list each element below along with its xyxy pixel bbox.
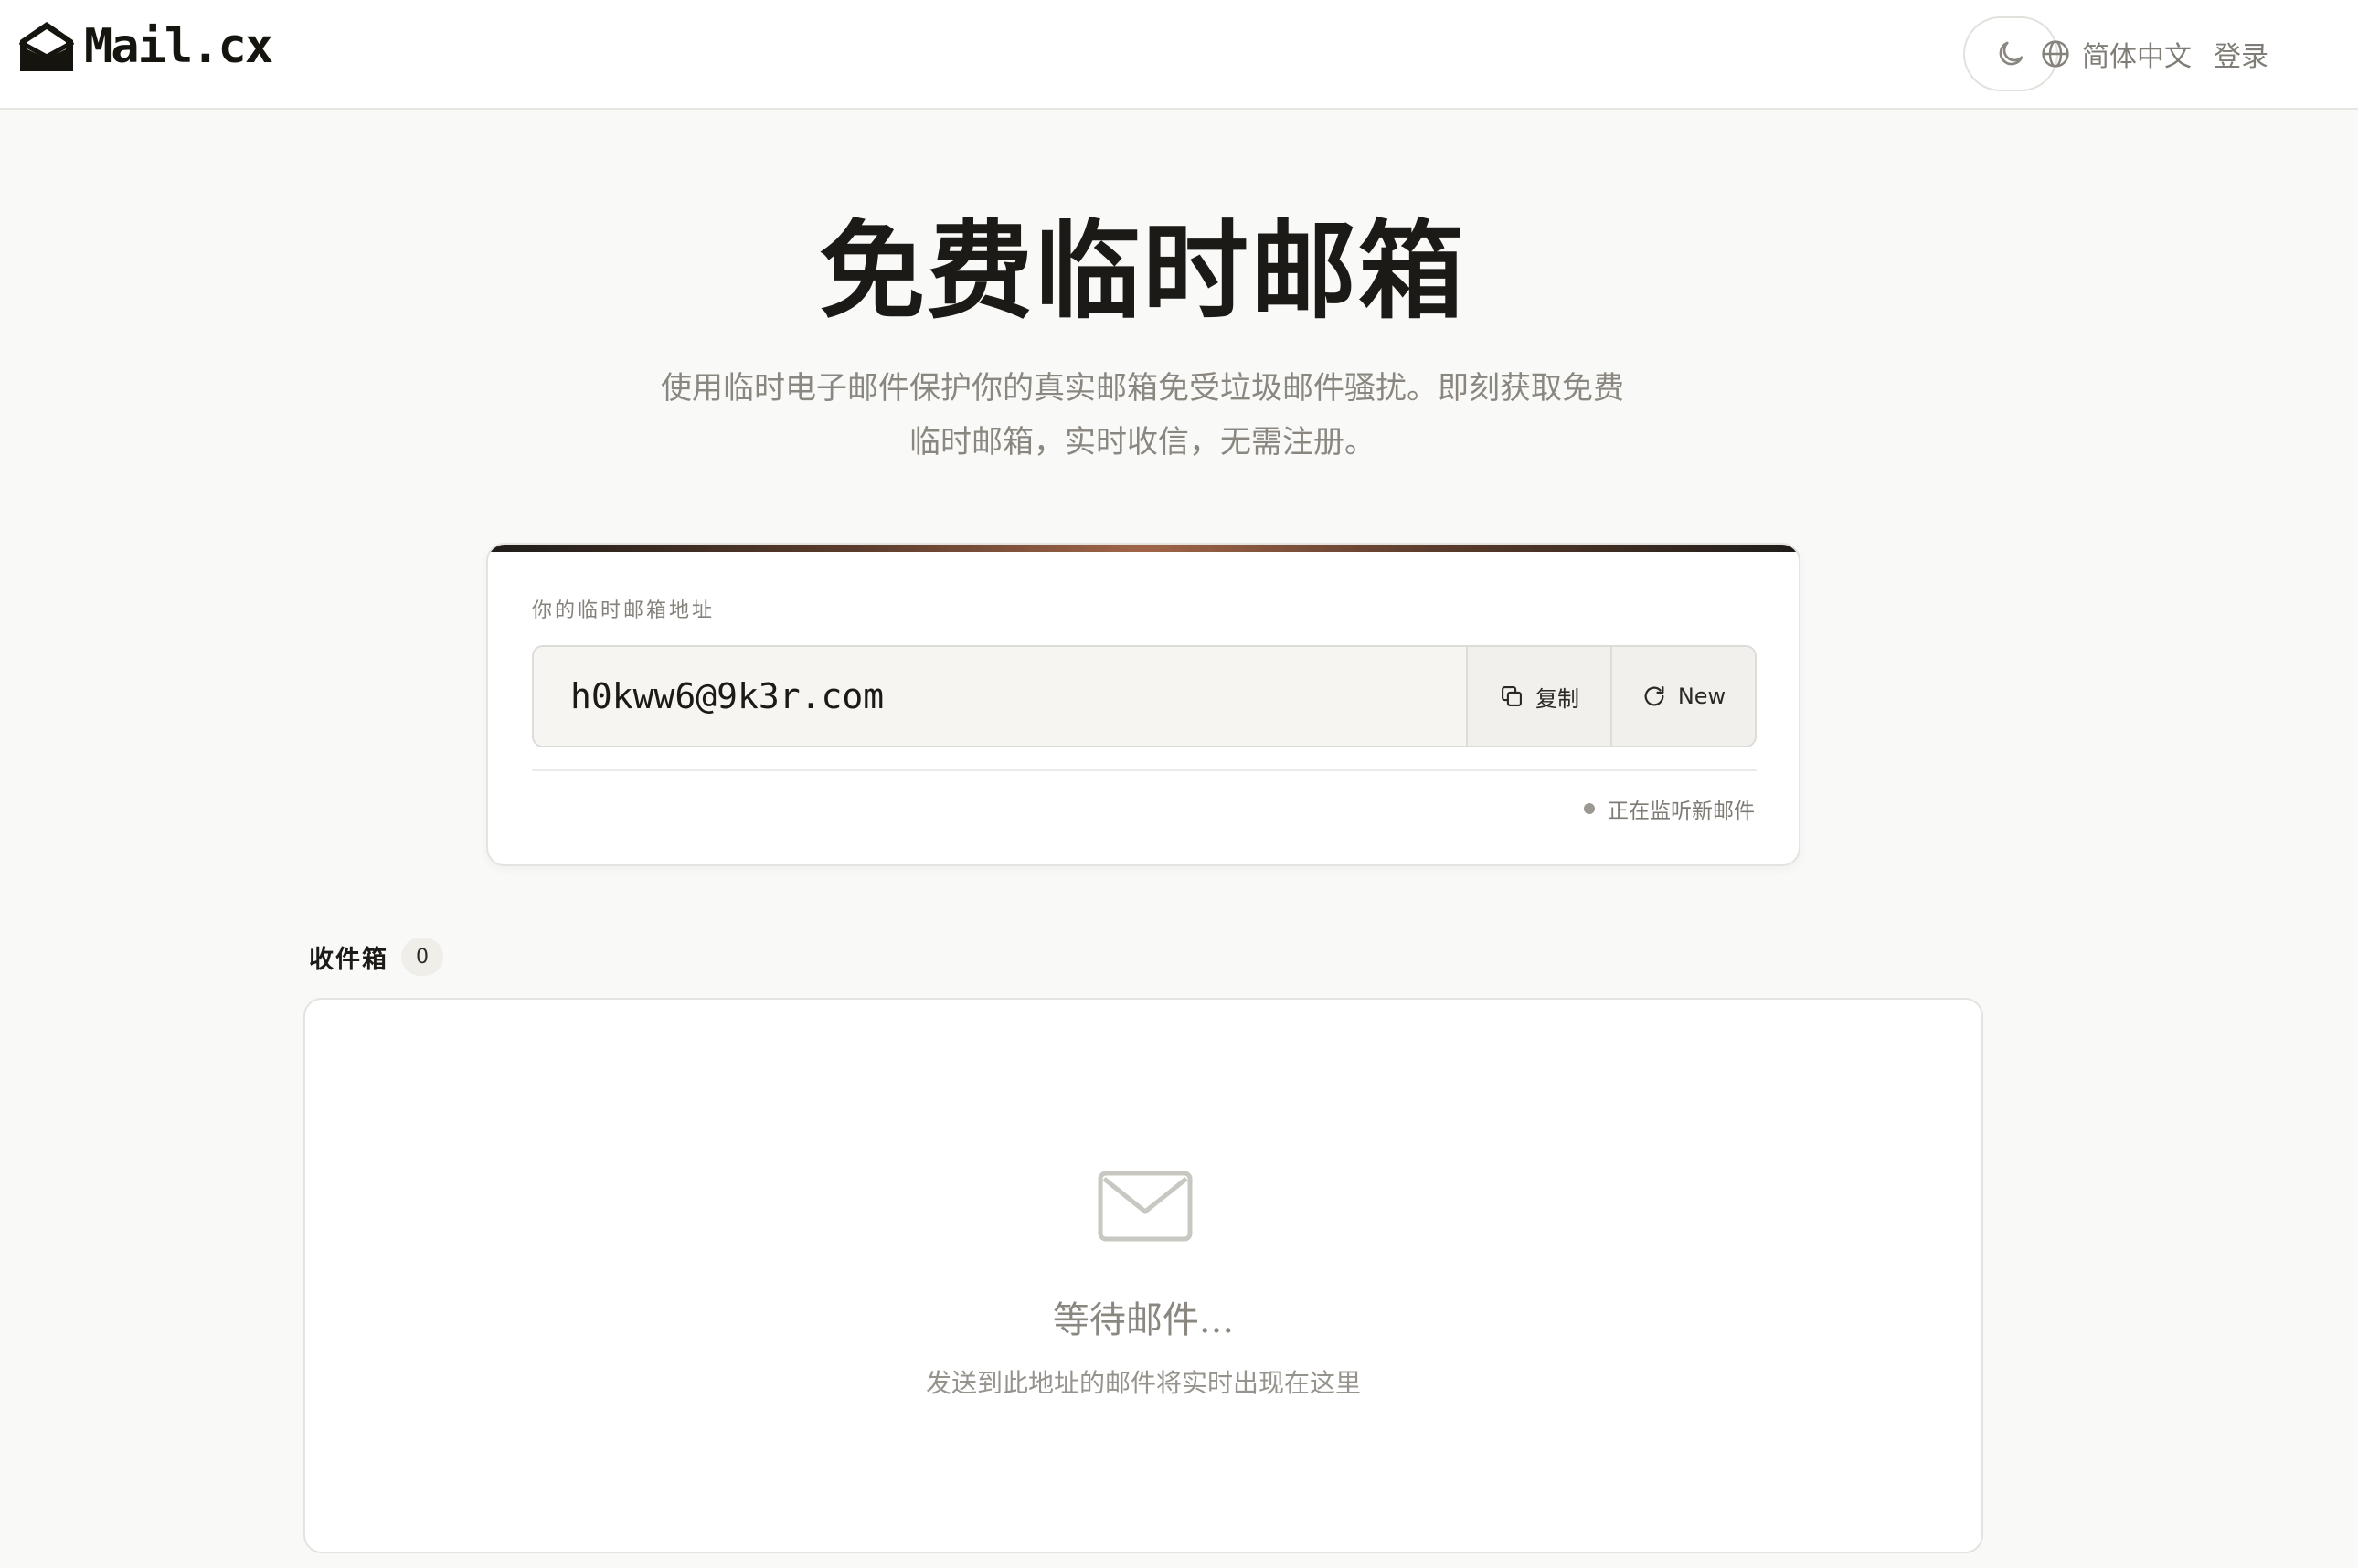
page-subtitle-line-2: 临时邮箱，实时收信，无需注册。 — [909, 424, 1376, 461]
empty-state-title: 等待邮件... — [1052, 1299, 1235, 1341]
copy-icon — [1502, 686, 1522, 706]
card-accent-bar — [488, 545, 1799, 552]
inbox-panel: 等待邮件... 发送到此地址的邮件将实时出现在这里 — [303, 998, 1983, 1553]
card-divider — [532, 769, 1757, 771]
page-subtitle-line-1: 使用临时电子邮件保护你的真实邮箱免受垃圾邮件骚扰。即刻获取免费 — [661, 370, 1624, 407]
address-label: 你的临时邮箱地址 — [532, 599, 716, 622]
new-button-label: New — [1677, 683, 1726, 709]
listening-status: 正在监听新邮件 — [1584, 793, 1755, 824]
inbox-title: 收件箱 — [309, 945, 388, 974]
mail-logo-icon — [18, 22, 75, 71]
refresh-icon — [1644, 685, 1664, 706]
language-selector[interactable]: 简体中文 — [2040, 24, 2192, 84]
brand-logo[interactable]: Mail.cx — [16, 16, 273, 77]
status-dot — [1584, 803, 1595, 814]
moon-icon — [1999, 41, 2023, 66]
empty-state-subtitle: 发送到此地址的邮件将实时出现在这里 — [925, 1368, 1361, 1398]
top-navigation-bar: Mail.cx 简体中文 登录 — [0, 0, 2358, 110]
copy-button[interactable]: 复制 — [1466, 647, 1610, 746]
language-label: 简体中文 — [2082, 41, 2192, 73]
temporary-address-card: 你的临时邮箱地址 h0kww6@9k3r.com 复制 New 正在监听新邮件 — [486, 543, 1800, 866]
copy-button-label: 复制 — [1535, 685, 1579, 712]
inbox-count-badge: 0 — [401, 938, 443, 976]
login-link[interactable]: 登录 — [2214, 24, 2268, 84]
globe-icon — [2042, 40, 2069, 68]
email-address-field[interactable]: h0kww6@9k3r.com — [534, 647, 1466, 746]
inbox-header: 收件箱 0 — [309, 938, 443, 976]
status-text: 正在监听新邮件 — [1608, 800, 1755, 823]
new-address-button[interactable]: New — [1610, 647, 1755, 746]
page-subtitle: 使用临时电子邮件保护你的真实邮箱免受垃圾邮件骚扰。即刻获取免费 临时邮箱，实时收… — [612, 362, 1673, 470]
page-title: 免费临时邮箱 — [819, 209, 1466, 334]
brand-name: Mail.cx — [84, 19, 273, 74]
envelope-icon — [1098, 1171, 1193, 1242]
address-field-row: h0kww6@9k3r.com 复制 New — [532, 645, 1757, 747]
